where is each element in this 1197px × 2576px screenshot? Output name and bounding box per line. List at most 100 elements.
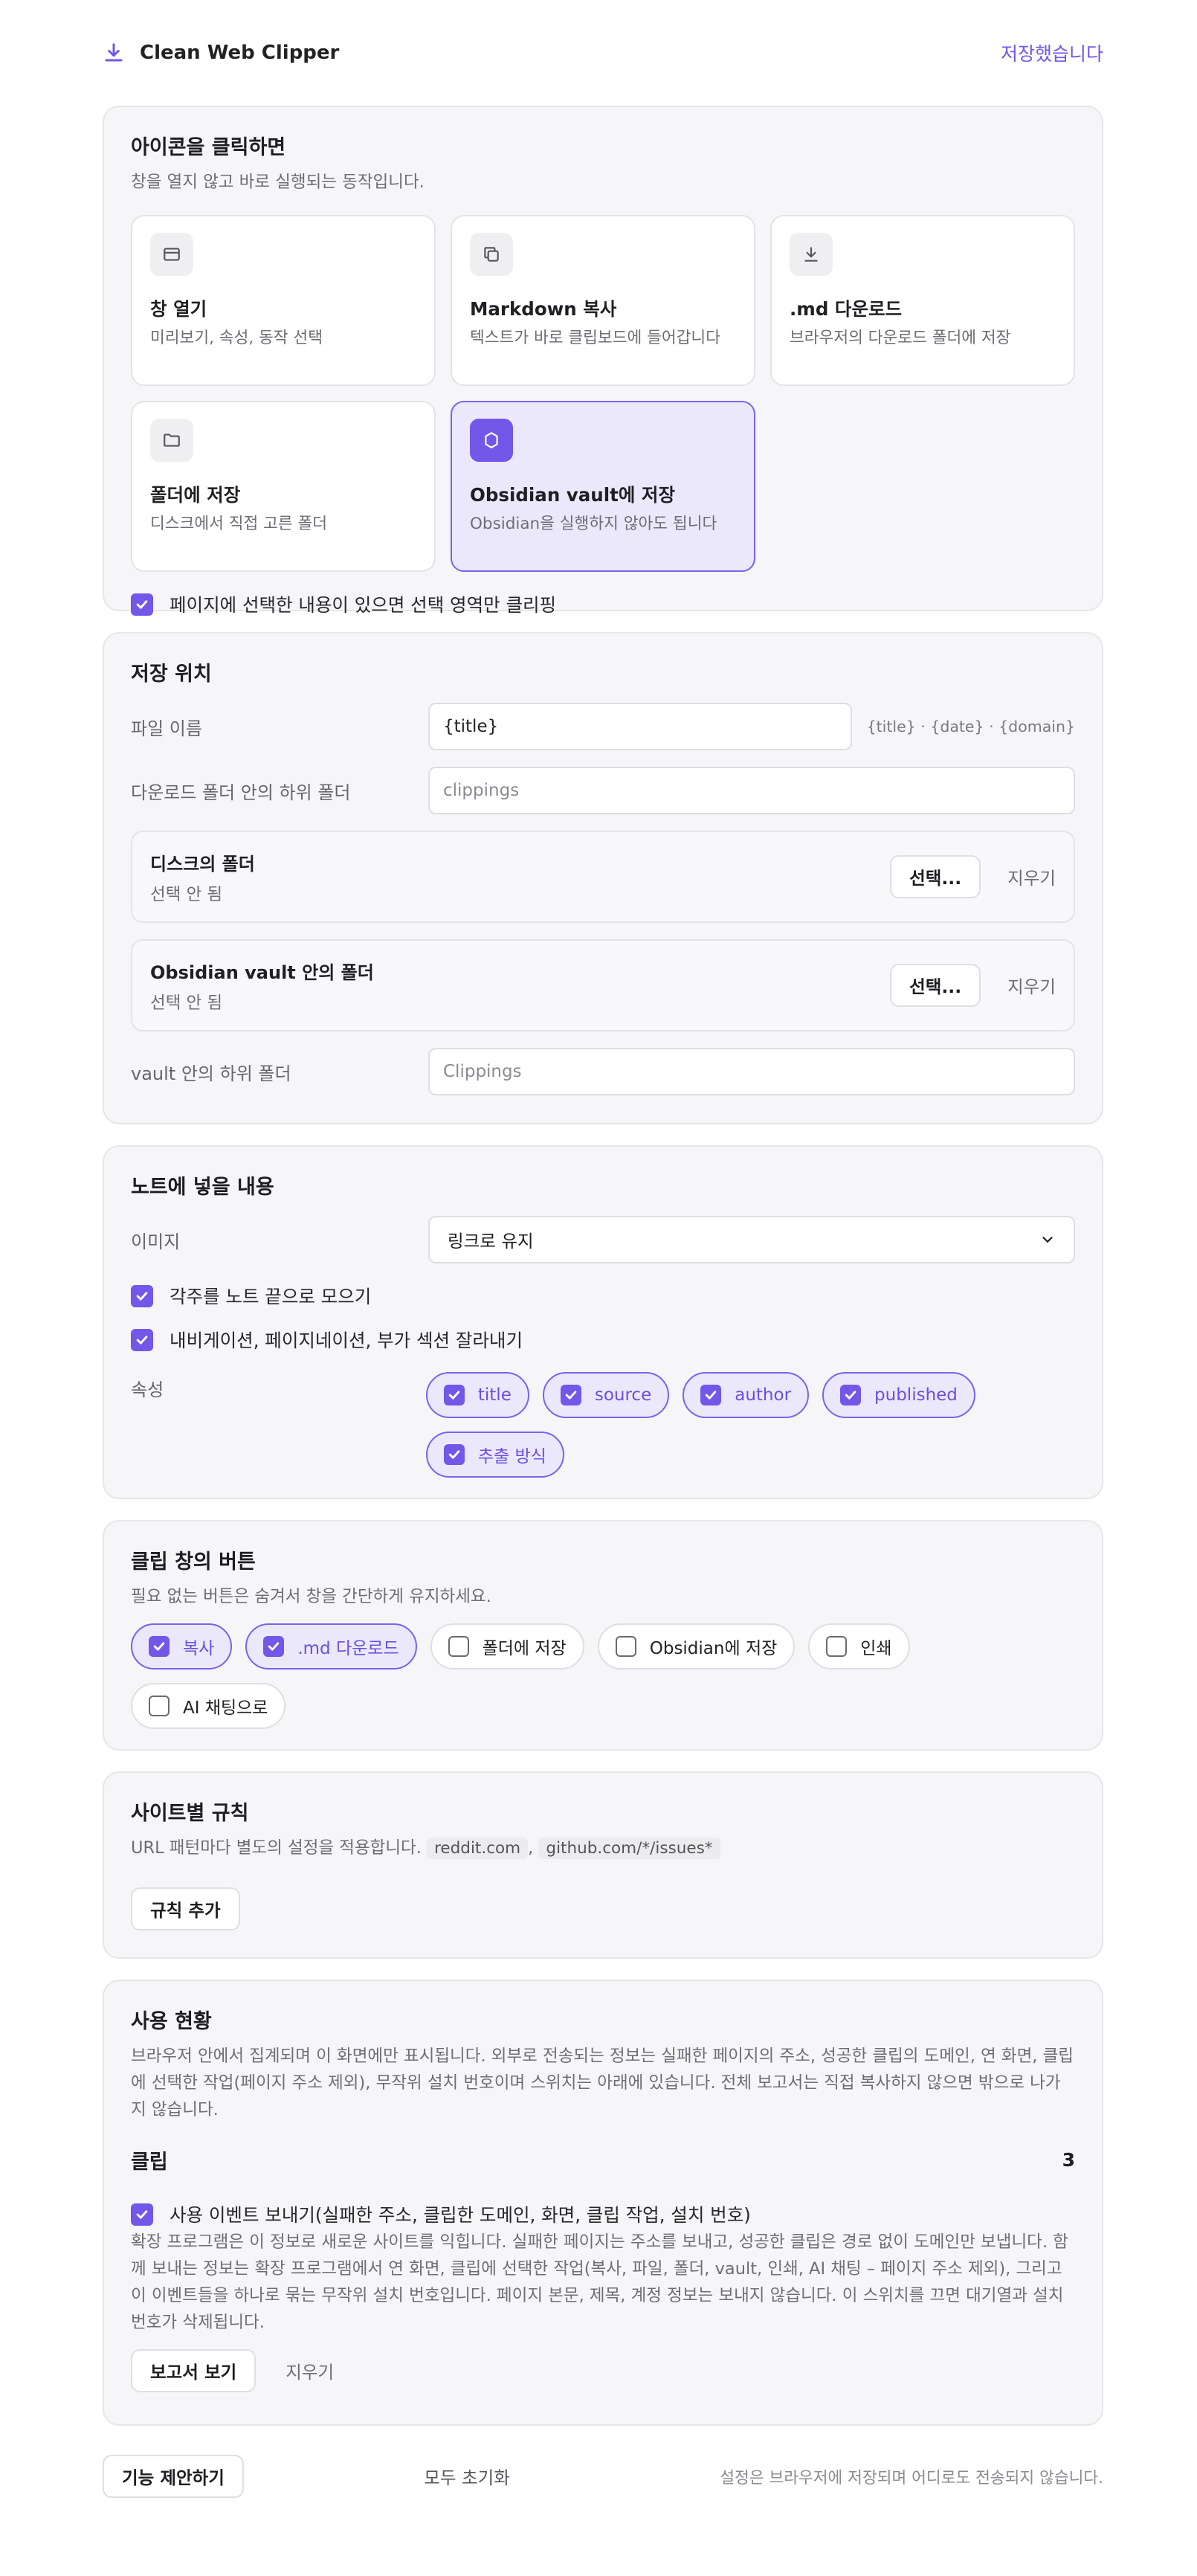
checkbox-checked-icon (131, 593, 153, 616)
window-icon (164, 248, 180, 261)
button-pill-print[interactable]: 인쇄 (808, 1623, 910, 1669)
checkbox-unchecked-icon (448, 1636, 469, 1657)
pattern-separator: , (528, 1838, 534, 1858)
option-desc: 미리보기, 속성, 동작 선택 (150, 329, 323, 347)
pill-label: published (874, 1385, 958, 1405)
option-label: Obsidian vault에 저장 (470, 484, 675, 506)
option-open-window[interactable]: 창 열기 미리보기, 속성, 동작 선택 (131, 215, 436, 386)
usage-desc: 브라우저 안에서 집계되며 이 화면에만 표시됩니다. 외부로 전송되는 정보는… (131, 2047, 1074, 2119)
pill-label: 복사 (183, 1639, 215, 1658)
pill-label: AI 채팅으로 (183, 1698, 268, 1718)
pill-label: title (477, 1385, 512, 1405)
checkbox-label: 각주를 노트 끝으로 모으기 (170, 1286, 372, 1307)
disk-folder-select-button[interactable]: 선택... (890, 855, 981, 898)
button-pill-obsidian[interactable]: Obsidian에 저장 (597, 1623, 796, 1669)
disk-folder-row: 디스크의 폴더 선택 안 됨 선택... 지우기 (131, 831, 1075, 923)
checkbox-label: 사용 이벤트 보내기(실패한 주소, 클립한 도메인, 화면, 클립 작업, 설… (170, 2204, 751, 2226)
pill-label: 추출 방식 (477, 1447, 546, 1466)
option-desc: 브라우저의 다운로드 폴더에 저장 (790, 329, 1011, 347)
disk-folder-title: 디스크의 폴더 (150, 853, 255, 875)
checkbox-label: 내비게이션, 페이지네이션, 부가 섹션 잘라내기 (170, 1330, 523, 1351)
clips-count: 3 (1062, 2149, 1075, 2171)
checkbox-checked-icon (560, 1385, 581, 1405)
site-rules-subtitle: URL 패턴마다 별도의 설정을 적용합니다. reddit.com, gith… (131, 1835, 1075, 1862)
vault-folder-row: Obsidian vault 안의 폴더 선택 안 됨 선택... 지우기 (131, 939, 1075, 1031)
send-events-checkbox[interactable]: 사용 이벤트 보내기(실패한 주소, 클립한 도메인, 화면, 클립 작업, 설… (131, 2201, 1075, 2227)
filename-label: 파일 이름 (131, 718, 202, 739)
checkbox-checked-icon (149, 1636, 170, 1657)
subfolder-input[interactable]: clippings (428, 767, 1075, 814)
checkbox-unchecked-icon (826, 1636, 848, 1657)
button-pill-ai-chat[interactable]: AI 채팅으로 (131, 1683, 286, 1729)
top-bar: Clean Web Clipper 저장했습니다 (103, 0, 1103, 106)
footer-note: 설정은 브라우저에 저장되며 어디로도 전송되지 않습니다. (720, 2468, 1103, 2488)
checkbox-checked-icon (131, 1284, 153, 1307)
brand: Clean Web Clipper (103, 42, 339, 64)
vault-folder-status: 선택 안 됨 (150, 993, 223, 1013)
click-action-subtitle: 창을 열지 않고 바로 실행되는 동작입니다. (131, 173, 425, 192)
usage-title: 사용 현황 (131, 2010, 212, 2033)
usage-clear-link[interactable]: 지우기 (285, 2358, 334, 2383)
copy-icon (484, 247, 499, 262)
checkbox-checked-icon (263, 1636, 285, 1657)
add-rule-button[interactable]: 규칙 추가 (131, 1887, 240, 1931)
footnotes-checkbox[interactable]: 각주를 노트 끝으로 모으기 (131, 1283, 1075, 1309)
checkbox-checked-icon (443, 1385, 465, 1405)
clips-label: 클립 (131, 2151, 168, 2174)
note-content-card: 노트에 넣을 내용 이미지 링크로 유지 각주를 노트 끝으로 모으기 내비게이… (103, 1145, 1103, 1499)
view-report-button[interactable]: 보고서 보기 (131, 2349, 256, 2392)
pill-label: .md 다운로드 (297, 1639, 399, 1658)
saved-status: 저장했습니다 (1000, 43, 1103, 65)
clip-buttons-subtitle: 필요 없는 버튼은 숨겨서 창을 간단하게 유지하세요. (131, 1587, 491, 1606)
properties-label: 속성 (131, 1379, 164, 1400)
checkbox-checked-icon (700, 1385, 722, 1405)
checkbox-checked-icon (131, 1328, 153, 1351)
site-rules-desc: URL 패턴마다 별도의 설정을 적용합니다. (131, 1838, 422, 1858)
click-action-title: 아이콘을 클릭하면 (131, 136, 286, 159)
option-desc: Obsidian을 실행하지 않아도 됩니다 (470, 515, 717, 533)
option-save-obsidian[interactable]: Obsidian vault에 저장 Obsidian을 실행하지 않아도 됩니… (451, 401, 755, 572)
property-pills: title source author published 추출 방식 (425, 1372, 1075, 1478)
button-pill-folder[interactable]: 폴더에 저장 (430, 1623, 584, 1669)
option-desc: 텍스트가 바로 클립보드에 들어갑니다 (470, 329, 720, 347)
option-label: 창 열기 (150, 298, 207, 320)
vault-folder-select-button[interactable]: 선택... (890, 964, 981, 1007)
property-pill-source[interactable]: source (542, 1372, 670, 1418)
property-pill-title[interactable]: title (425, 1372, 529, 1418)
button-pill-copy[interactable]: 복사 (131, 1623, 233, 1669)
selection-only-checkbox[interactable]: 페이지에 선택한 내용이 있으면 선택 영역만 클리핑 (131, 591, 1075, 617)
image-select[interactable]: 링크로 유지 (428, 1216, 1075, 1263)
option-save-folder[interactable]: 폴더에 저장 디스크에서 직접 고른 폴더 (131, 401, 436, 572)
chevron-down-icon (1042, 1237, 1053, 1243)
save-location-title: 저장 위치 (131, 663, 212, 686)
filename-input[interactable]: {title} (428, 703, 852, 750)
pill-label: source (594, 1385, 652, 1405)
reset-all-link[interactable]: 모두 초기화 (424, 2464, 510, 2489)
checkbox-label: 페이지에 선택한 내용이 있으면 선택 영역만 클리핑 (170, 594, 557, 616)
suggest-feature-button[interactable]: 기능 제안하기 (103, 2455, 244, 2498)
example-pattern: github.com/*/issues* (538, 1838, 720, 1859)
vault-subfolder-input[interactable]: Clippings (428, 1048, 1075, 1095)
option-download-md[interactable]: .md 다운로드 브라우저의 다운로드 폴더에 저장 (770, 215, 1075, 386)
option-desc: 디스크에서 직접 고른 폴더 (150, 515, 328, 533)
usage-card: 사용 현황 브라우저 안에서 집계되며 이 화면에만 표시됩니다. 외부로 전송… (103, 1980, 1103, 2426)
property-pill-extraction[interactable]: 추출 방식 (425, 1432, 564, 1478)
footer: 기능 제안하기 모두 초기화 설정은 브라우저에 저장되며 어디로도 전송되지 … (103, 2447, 1103, 2506)
button-pill-download[interactable]: .md 다운로드 (245, 1623, 417, 1669)
clip-buttons-title: 클립 창의 버튼 (131, 1551, 256, 1574)
vault-folder-clear-link[interactable]: 지우기 (1007, 973, 1056, 998)
checkbox-unchecked-icon (149, 1696, 170, 1716)
disk-folder-clear-link[interactable]: 지우기 (1007, 864, 1056, 889)
image-select-value: 링크로 유지 (448, 1231, 534, 1252)
option-copy-markdown[interactable]: Markdown 복사 텍스트가 바로 클립보드에 들어갑니다 (451, 215, 755, 386)
property-pill-published[interactable]: published (822, 1372, 975, 1418)
strip-checkbox[interactable]: 내비게이션, 페이지네이션, 부가 섹션 잘라내기 (131, 1327, 1075, 1353)
option-label: Markdown 복사 (470, 298, 617, 320)
obsidian-icon (485, 432, 498, 448)
property-pill-author[interactable]: author (683, 1372, 810, 1418)
download-icon (804, 247, 818, 262)
filename-hint: {title} · {date} · {domain} (866, 718, 1075, 735)
app-title: Clean Web Clipper (140, 42, 340, 64)
checkbox-checked-icon (131, 2203, 153, 2226)
site-rules-title: 사이트별 규칙 (131, 1802, 249, 1825)
